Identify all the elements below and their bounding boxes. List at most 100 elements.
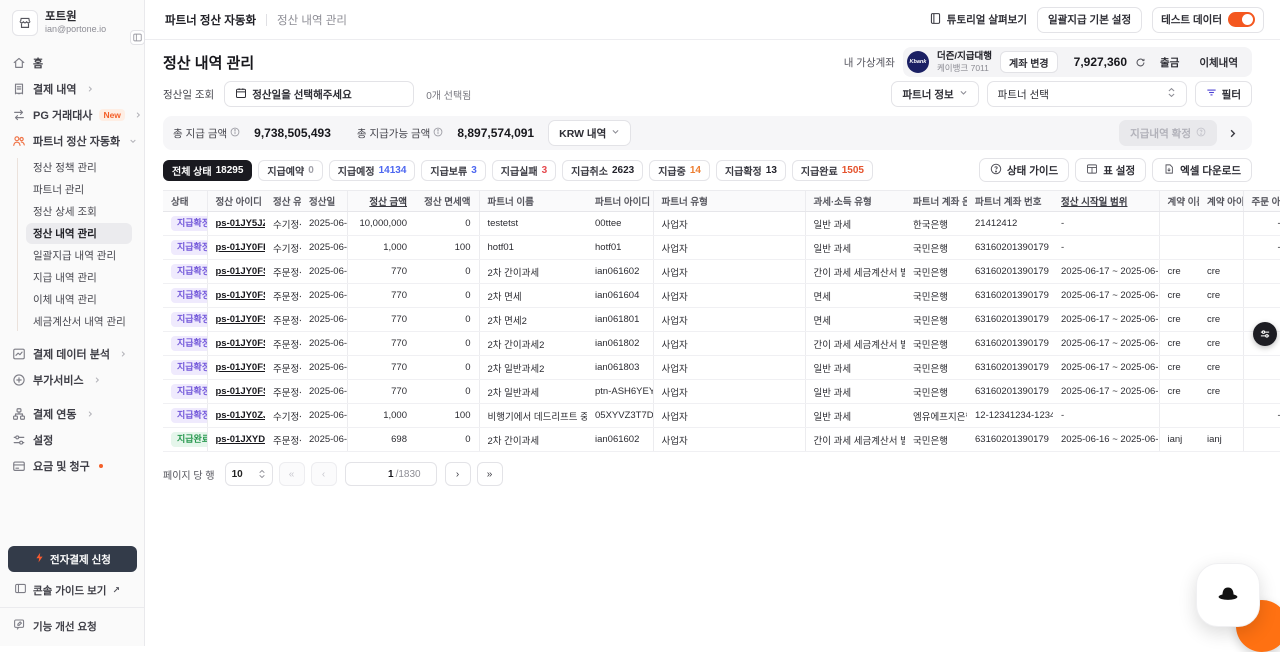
- sidebar-subitem-6[interactable]: 이체 내역 관리: [26, 289, 132, 310]
- cell: cre: [1159, 308, 1199, 332]
- next-page-button[interactable]: ›: [445, 462, 471, 486]
- table-row-9[interactable]: 지급완료ps-01JXYDD...주문정산2025-06-1669802차 간이…: [163, 428, 1280, 452]
- settlement-id-link[interactable]: ps-01JY0FSE...: [207, 260, 265, 284]
- table-row-8[interactable]: 지급확정ps-01JY0ZJK...수기정산2025-06-161,000100…: [163, 404, 1280, 428]
- partner-select-dropdown[interactable]: 파트너 선택: [987, 81, 1187, 107]
- table-row-4[interactable]: 지급확정ps-01JY0FSE...주문정산2025-06-1777002차 면…: [163, 308, 1280, 332]
- cell: 주문정산: [265, 356, 301, 380]
- sidebar-item-mid-0[interactable]: 결제 데이터 분석: [0, 341, 144, 367]
- table-row-5[interactable]: 지급확정ps-01JY0FSE...주문정산2025-06-1777002차 간…: [163, 332, 1280, 356]
- confirm-payout-button[interactable]: 지급내역 확정: [1119, 120, 1217, 146]
- cell: 0: [415, 284, 479, 308]
- settlement-id-link[interactable]: ps-01JXYDD...: [207, 428, 265, 452]
- account-number: 케이뱅크 7011: [937, 63, 992, 73]
- table-row-3[interactable]: 지급확정ps-01JY0FSE...주문정산2025-06-1777002차 면…: [163, 284, 1280, 308]
- settlement-id-link[interactable]: ps-01JY0FSE...: [207, 284, 265, 308]
- partner-info-dropdown[interactable]: 파트너 정보: [891, 81, 978, 107]
- cell: 100: [415, 236, 479, 260]
- cell: hotf01: [587, 236, 653, 260]
- page-number-input[interactable]: [354, 469, 394, 480]
- sidebar-subitem-4[interactable]: 일괄지급 내역 관리: [26, 245, 132, 266]
- cell: 2025-06-17 ~ 2025-06-18: [1053, 284, 1159, 308]
- table-settings-fab[interactable]: [1253, 322, 1277, 346]
- table-row-1[interactable]: 지급확정ps-01JY0FP6...수기정산2025-06-171,000100…: [163, 236, 1280, 260]
- sidebar-collapse-button[interactable]: [130, 30, 145, 45]
- feature-request-link[interactable]: 기능 개선 요청: [0, 608, 144, 634]
- table-action-1[interactable]: 표 설정: [1075, 158, 1146, 182]
- table-row-2[interactable]: 지급확정ps-01JY0FSE...주문정산2025-06-1777002차 간…: [163, 260, 1280, 284]
- sidebar-subitem-0[interactable]: 정산 정책 관리: [26, 157, 132, 178]
- sidebar-subitem-3[interactable]: 정산 내역 관리: [26, 223, 132, 244]
- breadcrumb-section[interactable]: 파트너 정산 자동화: [165, 12, 256, 28]
- last-page-button[interactable]: »: [477, 462, 503, 486]
- sidebar-item-bottom-2[interactable]: 요금 및 청구: [0, 453, 144, 479]
- cell: 주문정산: [265, 428, 301, 452]
- info-icon[interactable]: [230, 127, 240, 140]
- currency-dropdown[interactable]: KRW 내역: [548, 120, 631, 146]
- status-tab-6[interactable]: 지급중14: [649, 160, 710, 181]
- cell: 비행기에서 데드리프트 중인 개발자: [479, 404, 587, 428]
- info-icon[interactable]: [433, 127, 443, 140]
- cell: 2025-06-17 ~ 2025-06-18: [1053, 260, 1159, 284]
- sidebar-item-bottom-0[interactable]: 결제 연동: [0, 401, 144, 427]
- sidebar-item-1[interactable]: 결제 내역: [0, 76, 144, 102]
- first-page-button[interactable]: «: [279, 462, 305, 486]
- table-row-7[interactable]: 지급확정ps-01JY0FSE...주문정산2025-06-1777002차 일…: [163, 380, 1280, 404]
- apply-epay-button[interactable]: 전자결제 신청: [8, 546, 137, 572]
- bulk-payout-settings-button[interactable]: 일괄지급 기본 설정: [1037, 7, 1142, 33]
- chevron-right-icon: [93, 376, 101, 384]
- status-tab-8[interactable]: 지급완료1505: [792, 160, 873, 181]
- settlement-id-link[interactable]: ps-01JY0FSE...: [207, 332, 265, 356]
- settlement-id-link[interactable]: ps-01JY0FSE...: [207, 308, 265, 332]
- sidebar-item-2[interactable]: PG 거래대사New: [0, 102, 144, 128]
- status-tab-5[interactable]: 지급취소2623: [562, 160, 643, 181]
- withdraw-button[interactable]: 출금: [1154, 55, 1185, 70]
- table-row-0[interactable]: 지급확정ps-01JY5JZ5...수기정산2025-06-2010,000,0…: [163, 212, 1280, 236]
- status-badge: 지급확정: [163, 332, 207, 356]
- table-row-6[interactable]: 지급확정ps-01JY0FSE...주문정산2025-06-1777002차 일…: [163, 356, 1280, 380]
- console-guide-link[interactable]: 콘솔 가이드 보기 ↗: [0, 572, 144, 607]
- sidebar-item-3[interactable]: 파트너 정산 자동화: [0, 128, 144, 154]
- status-tab-2[interactable]: 지급예정14134: [329, 160, 416, 181]
- settlement-id-link[interactable]: ps-01JY0FSE...: [207, 380, 265, 404]
- table-icon: [1086, 163, 1098, 178]
- transfer-history-button[interactable]: 이체내역: [1193, 55, 1244, 70]
- test-data-toggle[interactable]: [1228, 12, 1255, 27]
- status-tab-0[interactable]: 전체 상태18295: [163, 160, 252, 181]
- cell: 770: [347, 380, 415, 404]
- cell: 10,000,000: [347, 212, 415, 236]
- sidebar-subitem-1[interactable]: 파트너 관리: [26, 179, 132, 200]
- status-tab-3[interactable]: 지급보류3: [421, 160, 485, 181]
- cell: [1199, 404, 1243, 428]
- sidebar-subitem-2[interactable]: 정산 상세 조회: [26, 201, 132, 222]
- table-action-0[interactable]: 상태 가이드: [979, 158, 1069, 182]
- prev-page-button[interactable]: ‹: [311, 462, 337, 486]
- settlement-id-link[interactable]: ps-01JY0ZJK...: [207, 404, 265, 428]
- settlement-id-link[interactable]: ps-01JY0FP6...: [207, 236, 265, 260]
- refresh-icon[interactable]: [1135, 57, 1146, 68]
- chevron-right-button[interactable]: [1223, 128, 1242, 139]
- settlement-id-link[interactable]: ps-01JY0FSE...: [207, 356, 265, 380]
- settlement-date-picker[interactable]: 정산일을 선택해주세요: [224, 81, 414, 107]
- rows-per-page-select[interactable]: 10: [225, 462, 273, 486]
- tutorial-link[interactable]: 튜토리얼 살펴보기: [929, 12, 1027, 28]
- filter-button[interactable]: 필터: [1195, 81, 1252, 107]
- status-tab-4[interactable]: 지급실패3: [492, 160, 556, 181]
- sidebar-subitem-5[interactable]: 지급 내역 관리: [26, 267, 132, 288]
- test-data-toggle-group[interactable]: 테스트 데이터: [1152, 7, 1264, 33]
- sidebar-subitem-7[interactable]: 세금계산서 내역 관리: [26, 311, 132, 332]
- cell: ian061604: [587, 284, 653, 308]
- cell: -: [1243, 404, 1280, 428]
- column-header-4[interactable]: 정산 금액: [347, 191, 415, 212]
- settlement-id-link[interactable]: ps-01JY5JZ5...: [207, 212, 265, 236]
- sidebar-item-mid-1[interactable]: 부가서비스: [0, 367, 144, 393]
- table-action-2[interactable]: 엑셀 다운로드: [1152, 158, 1252, 182]
- app-root: 포트원 ian@portone.io 홈결제 내역PG 거래대사New파트너 정…: [0, 0, 1280, 646]
- status-tab-1[interactable]: 지급예약0: [258, 160, 322, 181]
- channel-talk-widget[interactable]: [1196, 563, 1260, 627]
- sidebar-item-bottom-1[interactable]: 설정: [0, 427, 144, 453]
- change-account-button[interactable]: 계좌 변경: [1000, 51, 1058, 73]
- status-tab-7[interactable]: 지급확정13: [716, 160, 786, 181]
- sidebar-item-0[interactable]: 홈: [0, 50, 144, 76]
- column-header-12[interactable]: 정산 시작일 범위: [1053, 191, 1159, 212]
